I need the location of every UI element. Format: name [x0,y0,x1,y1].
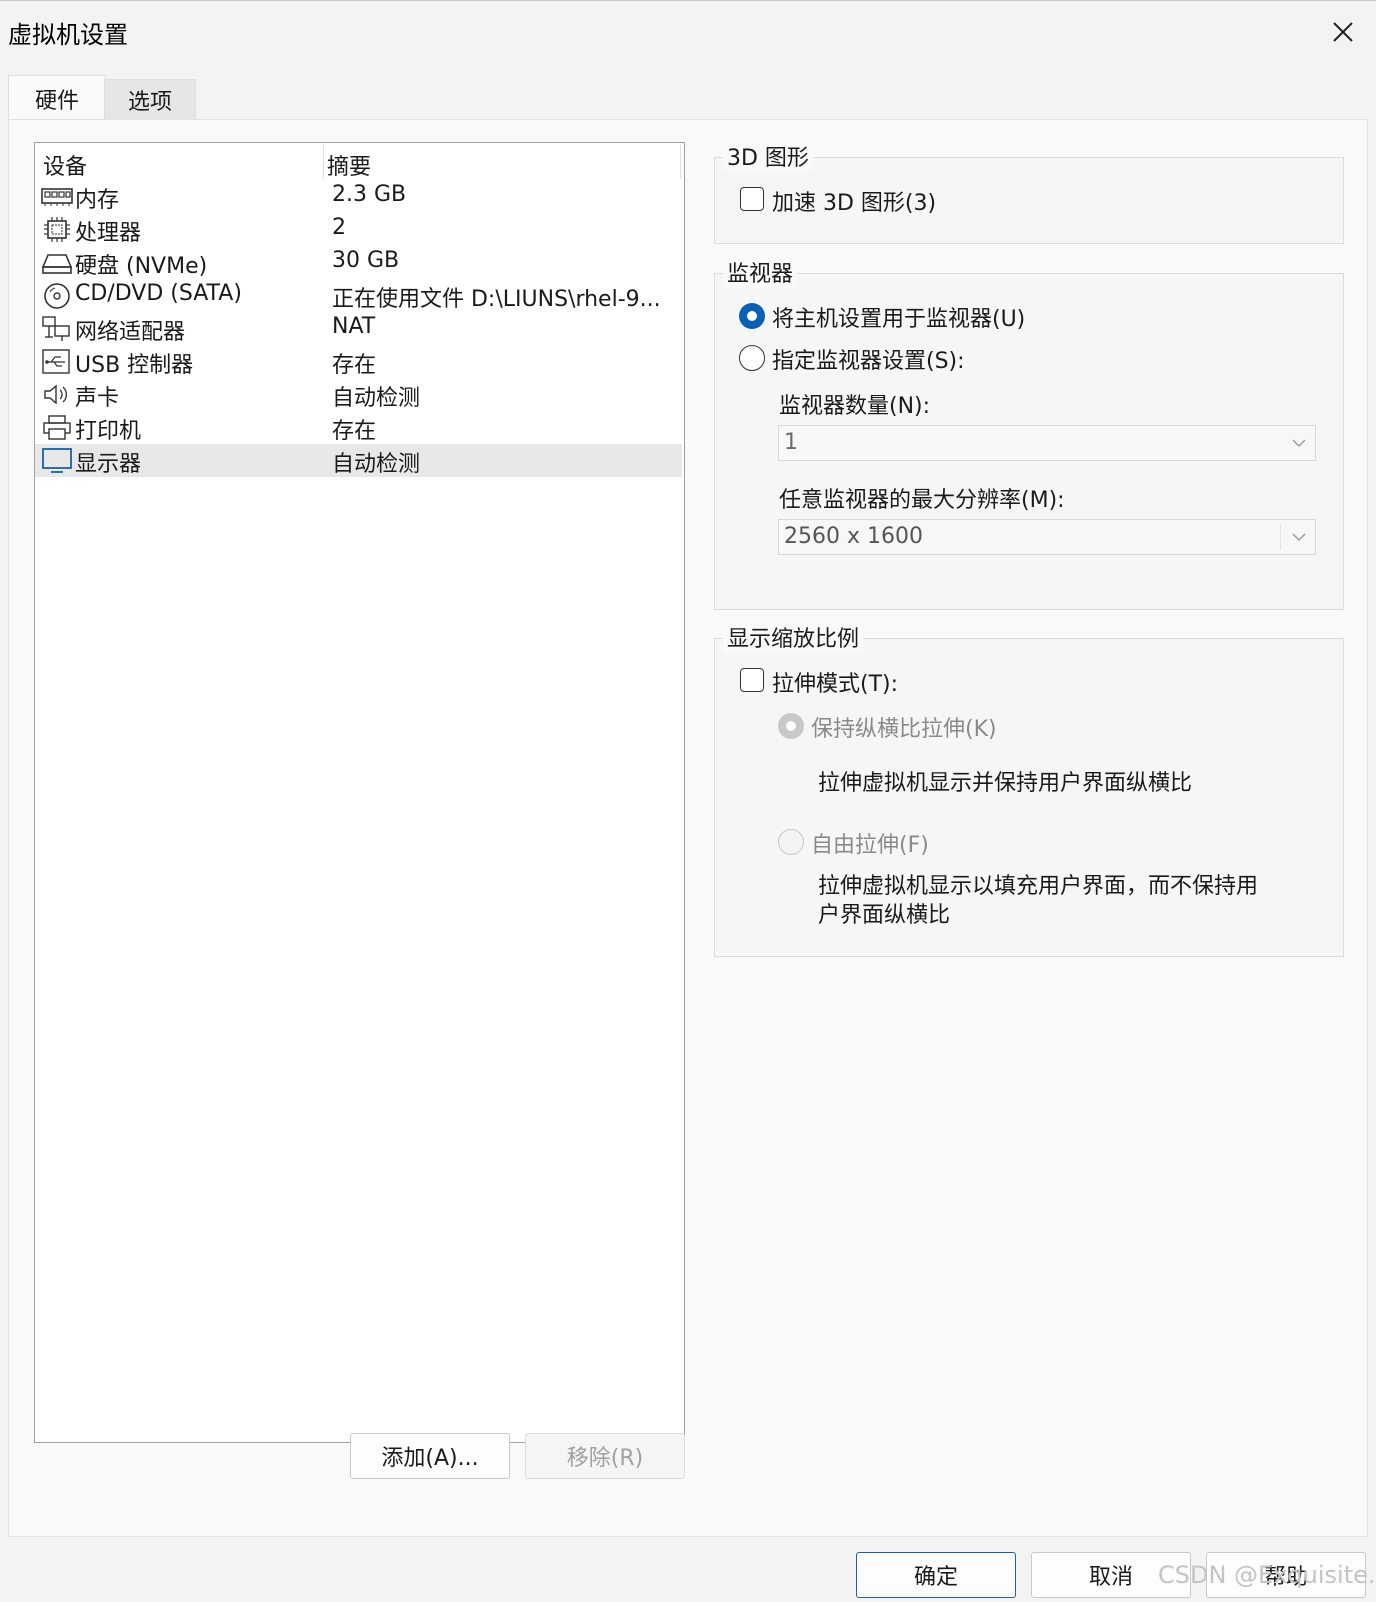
max-resolution-select[interactable]: 2560 x 1600 [778,519,1316,555]
processor-icon [44,217,70,242]
device-summary: NAT [332,314,376,339]
group-title: 监视器 [723,256,798,288]
keep-aspect-ratio-description: 拉伸虚拟机显示并保持用户界面纵横比 [818,771,1193,796]
device-row-memory[interactable]: 内存 2.3 GB [35,180,682,213]
device-row-cd-dvd[interactable]: CD/DVD (SATA) 正在使用文件 D:\LIUNS\rhel-9... [35,279,682,312]
monitor-count-select[interactable]: 1 [778,425,1316,461]
specify-monitor-settings-radio[interactable] [739,345,765,371]
specify-monitor-settings-label[interactable]: 指定监视器设置(S): [772,343,965,375]
display-icon [42,448,72,473]
select-divider [1280,524,1281,550]
memory-icon [41,188,73,206]
group-monitors: 监视器 将主机设置用于监视器(U) 指定监视器设置(S): 监视器数量(N): … [714,256,1344,610]
group-title: 3D 图形 [723,140,813,172]
column-header-device[interactable]: 设备 [43,149,87,181]
free-stretch-radio[interactable] [778,829,804,855]
cancel-button[interactable]: 取消 [1031,1552,1191,1598]
window-title: 虚拟机设置 [8,21,128,49]
vm-settings-window: 虚拟机设置 硬件 选项 设备 摘要 内存 2.3 GB 处理器 2 硬盘 (NV… [0,0,1376,1602]
device-name: 硬盘 (NVMe) [75,254,208,279]
remove-device-button[interactable]: 移除(R) [525,1433,685,1479]
cd-dvd-icon [44,283,70,309]
network-adapter-icon [42,316,70,341]
device-row-display[interactable]: 显示器 自动检测 [35,444,682,477]
device-row-hard-disk[interactable]: 硬盘 (NVMe) 30 GB [35,246,682,279]
use-host-settings-label[interactable]: 将主机设置用于监视器(U) [772,301,1025,333]
group-title: 显示缩放比例 [723,621,864,653]
hardware-panel: 设备 摘要 内存 2.3 GB 处理器 2 硬盘 (NVMe) 30 GB CD… [8,119,1368,1537]
close-icon [1333,22,1353,42]
accelerate-3d-checkbox[interactable] [740,187,764,211]
device-summary: 2 [332,215,346,240]
monitor-count-label: 监视器数量(N): [779,394,931,419]
ok-button[interactable]: 确定 [856,1552,1016,1598]
device-name: 处理器 [75,221,142,246]
chevron-down-icon [1292,439,1306,447]
column-divider [680,145,681,179]
column-divider [323,145,324,179]
free-stretch-description-line-1: 拉伸虚拟机显示以填充用户界面，而不保持用 [818,874,1259,899]
add-device-button[interactable]: 添加(A)... [350,1433,510,1479]
tab-options[interactable]: 选项 [104,79,196,120]
sound-card-icon [44,384,67,405]
device-name: 网络适配器 [75,320,186,345]
device-name: 打印机 [75,419,142,444]
device-summary: 2.3 GB [332,182,407,207]
use-host-settings-radio[interactable] [739,303,765,329]
close-button[interactable] [1324,13,1362,51]
stretch-mode-checkbox[interactable] [740,668,764,692]
device-summary: 正在使用文件 D:\LIUNS\rhel-9... [332,287,661,312]
device-summary: 自动检测 [332,386,421,411]
device-name: 内存 [75,188,120,213]
column-header-summary[interactable]: 摘要 [327,149,371,181]
device-row-printer[interactable]: 打印机 存在 [35,411,682,444]
free-stretch-description-line-2: 户界面纵横比 [818,903,951,928]
device-summary: 存在 [332,353,377,378]
device-summary: 存在 [332,419,377,444]
keep-aspect-ratio-label[interactable]: 保持纵横比拉伸(K) [811,711,997,743]
printer-icon [43,415,71,440]
title-bar: 虚拟机设置 [0,1,1376,63]
keep-aspect-ratio-radio[interactable] [778,713,804,739]
usb-icon [42,349,70,374]
accelerate-3d-label[interactable]: 加速 3D 图形(3) [772,185,936,217]
device-list[interactable]: 设备 摘要 内存 2.3 GB 处理器 2 硬盘 (NVMe) 30 GB CD… [34,142,685,1443]
help-button[interactable]: 帮助 [1206,1552,1366,1598]
device-name: 显示器 [75,452,142,477]
max-resolution-label: 任意监视器的最大分辨率(M): [779,488,1065,513]
device-row-sound-card[interactable]: 声卡 自动检测 [35,378,682,411]
device-name: 声卡 [75,386,120,411]
group-display-scaling: 显示缩放比例 拉伸模式(T): 保持纵横比拉伸(K) 拉伸虚拟机显示并保持用户界… [714,621,1344,957]
device-name: CD/DVD (SATA) [75,281,242,306]
free-stretch-label[interactable]: 自由拉伸(F) [811,827,929,859]
device-row-usb-controller[interactable]: USB 控制器 存在 [35,345,682,378]
chevron-down-icon [1292,533,1306,541]
monitor-count-value: 1 [784,430,798,455]
max-resolution-value: 2560 x 1600 [784,524,923,549]
device-row-network-adapter[interactable]: 网络适配器 NAT [35,312,682,345]
device-row-processor[interactable]: 处理器 2 [35,213,682,246]
device-name: USB 控制器 [75,353,194,378]
hard-disk-icon [41,254,73,274]
stretch-mode-label[interactable]: 拉伸模式(T): [772,666,898,698]
device-summary: 自动检测 [332,452,421,477]
group-3d-graphics: 3D 图形 加速 3D 图形(3) [714,140,1344,244]
tab-hardware[interactable]: 硬件 [8,75,106,121]
device-summary: 30 GB [332,248,400,273]
